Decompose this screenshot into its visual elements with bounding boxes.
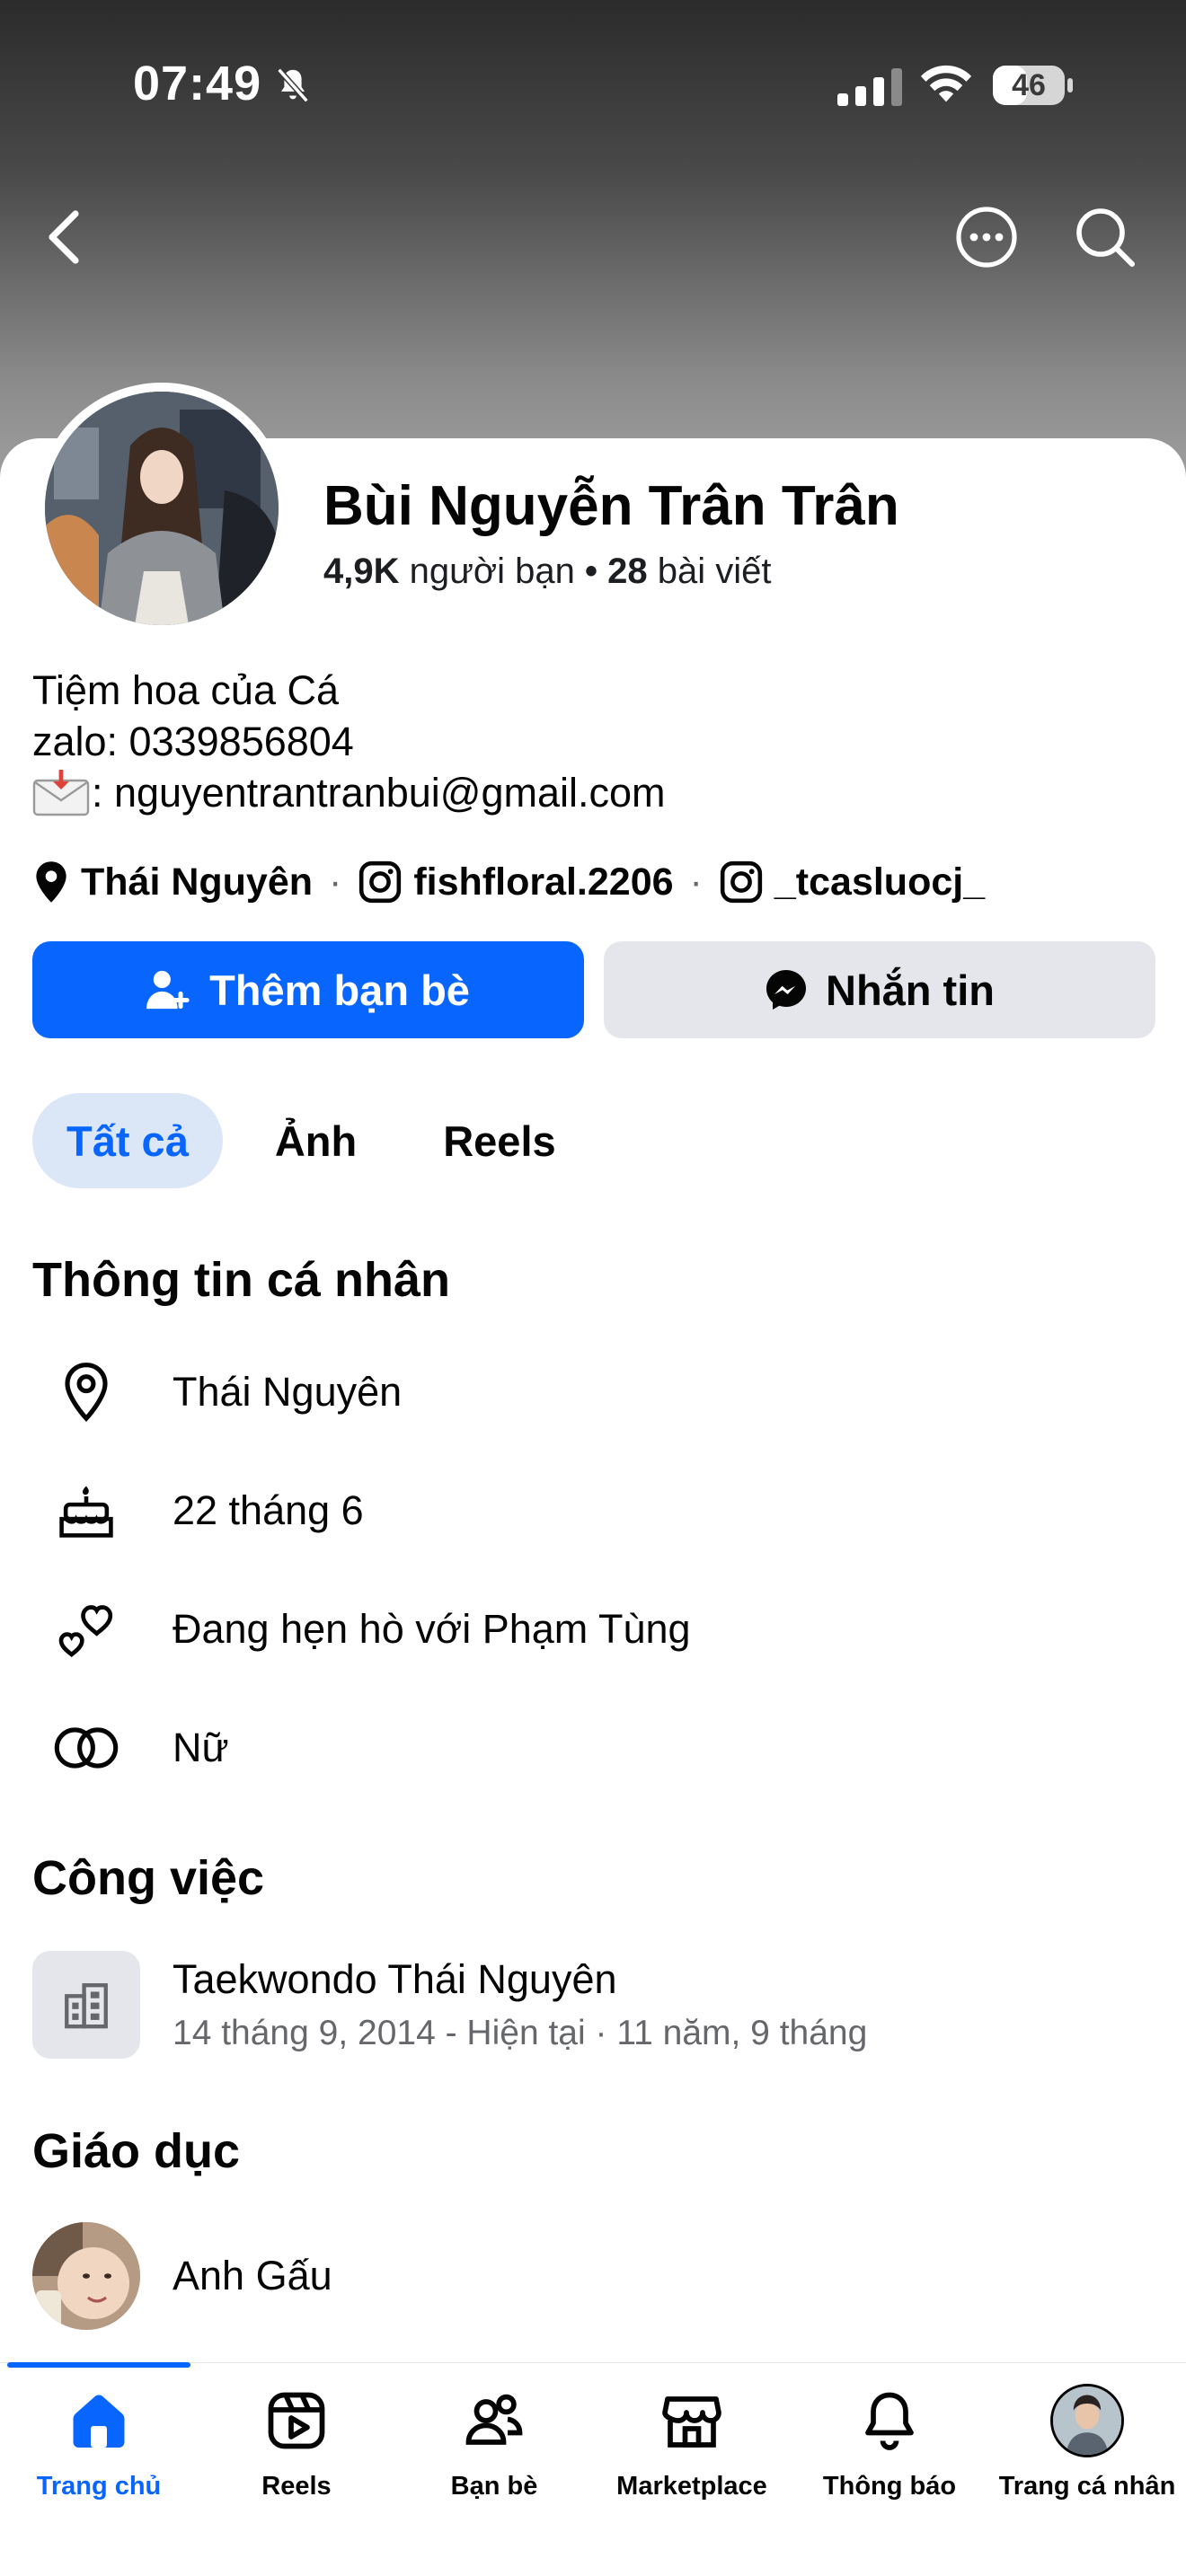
tab-all[interactable]: Tất cả [32,1093,223,1188]
reels-icon [268,2392,325,2449]
work-period: 14 tháng 9, 2014 - Hiện tại · 11 năm, 9 … [173,2014,868,2052]
location-link[interactable]: Thái Nguyên [81,860,313,904]
profile-avatar-image [1053,2386,1121,2455]
nav-notifications-label: Thông báo [822,2472,957,2501]
bio: Tiệm hoa của Cá zalo: 0339856804 : nguye… [32,665,666,818]
work-heading: Công việc [32,1851,265,1905]
location-pin-icon [65,1363,108,1422]
message-button[interactable]: Nhắn tin [604,941,1155,1038]
profile-stats: 4,9K người bạn • 28 bài viết [323,551,772,592]
education-item[interactable]: Anh Gấu [32,2222,332,2330]
gender-rings-icon [54,1727,119,1769]
link-separator: · [329,860,342,904]
profile-tabs: Tất cả Ảnh Reels [32,1092,590,1189]
nav-reels-label: Reels [261,2472,332,2501]
nav-reels[interactable]: Reels [198,2380,395,2515]
profile-photo [45,392,279,625]
more-dots-icon [956,207,1017,268]
friends-count[interactable]: 4,9K [323,551,400,591]
info-row-birthday: 22 tháng 6 [32,1475,364,1547]
friends-icon [465,2394,523,2445]
search-icon [1076,208,1135,267]
battery-level: 46 [1012,67,1046,102]
nav-home-label: Trang chủ [36,2472,162,2501]
instagram-icon [359,860,402,904]
messenger-icon [766,970,806,1010]
search-button[interactable] [1071,203,1139,271]
profile-photo-figure [45,392,279,625]
envelope-icon [32,769,90,816]
profile-avatar-icon [1050,2384,1124,2457]
tab-photos[interactable]: Ảnh [241,1093,391,1188]
school-avatar [32,2222,140,2330]
tab-reels[interactable]: Reels [409,1093,589,1188]
add-friend-icon [146,970,190,1010]
nav-marketplace-label: Marketplace [616,2472,767,2501]
building-icon [65,1983,108,2029]
battery-indicator: 46 [992,65,1075,106]
school-avatar-image [32,2222,140,2330]
posts-count: 28 [607,551,648,591]
nav-profile-label: Trang cá nhân [998,2472,1176,2501]
bio-line: : nguyentrantranbui@gmail.com [32,767,666,818]
info-row-gender: Nữ [32,1712,229,1784]
relationship-hearts-icon [58,1605,113,1657]
status-bar: 07:49 46 [0,0,1186,171]
home-icon [73,2395,125,2448]
nav-profile[interactable]: Trang cá nhân [988,2380,1186,2515]
link-separator: · [689,860,703,904]
instagram-link[interactable]: fishfloral.2206 [413,860,673,904]
nav-marketplace[interactable]: Marketplace [593,2380,791,2515]
chevron-left-icon [49,210,79,264]
birthday-cake-icon [59,1486,113,1538]
info-row-relationship: Đang hẹn hò với Phạm Tùng [32,1593,691,1665]
back-button[interactable] [29,203,97,271]
location-pin-icon [36,861,66,903]
nav-notifications[interactable]: Thông báo [791,2380,988,2515]
info-text: Thái Nguyên [173,1369,403,1415]
school-name: Anh Gấu [173,2253,332,2298]
posts-label: bài viết [657,551,772,591]
marketplace-icon [662,2396,721,2448]
info-row-location: Thái Nguyên [32,1356,402,1428]
work-company: Taekwondo Thái Nguyên [173,1956,617,2002]
bio-line: zalo: 0339856804 [32,719,354,764]
personal-info-heading: Thông tin cá nhân [32,1253,450,1307]
profile-avatar[interactable] [36,383,288,634]
nav-home[interactable]: Trang chủ [0,2380,198,2515]
nav-friends-label: Bạn bè [450,2472,538,2501]
active-tab-indicator [7,2362,190,2368]
nav-friends[interactable]: Bạn bè [395,2380,593,2515]
bell-icon [865,2392,914,2450]
profile-name: Bùi Nguyễn Trân Trân [323,475,899,537]
info-text: Đang hẹn hò với Phạm Tùng [173,1606,691,1652]
email-text: : nguyentrantranbui@gmail.com [92,770,666,816]
status-time: 07:49 [133,57,262,110]
silent-bell-icon [277,67,309,103]
more-options-button[interactable] [952,203,1021,271]
add-friend-label: Thêm bạn bè [209,966,470,1014]
instagram-icon [720,860,762,904]
message-label: Nhắn tin [826,966,995,1014]
add-friend-button[interactable]: Thêm bạn bè [32,941,584,1038]
profile-links: Thái Nguyên · fishfloral.2206 · _tcasluo… [32,855,985,909]
workplace-icon-box [32,1951,140,2059]
instagram-link[interactable]: _tcasluocj_ [774,860,985,904]
info-text: 22 tháng 6 [173,1487,364,1533]
wifi-icon [920,65,972,102]
cell-signal-icon [837,68,902,106]
work-item[interactable]: Taekwondo Thái Nguyên 14 tháng 9, 2014 -… [32,1951,867,2059]
stats-separator: • [585,551,598,591]
education-heading: Giáo dục [32,2124,241,2178]
bio-line: Tiệm hoa của Cá [32,667,339,713]
friends-label[interactable]: người bạn [410,551,575,591]
info-text: Nữ [173,1725,229,1770]
